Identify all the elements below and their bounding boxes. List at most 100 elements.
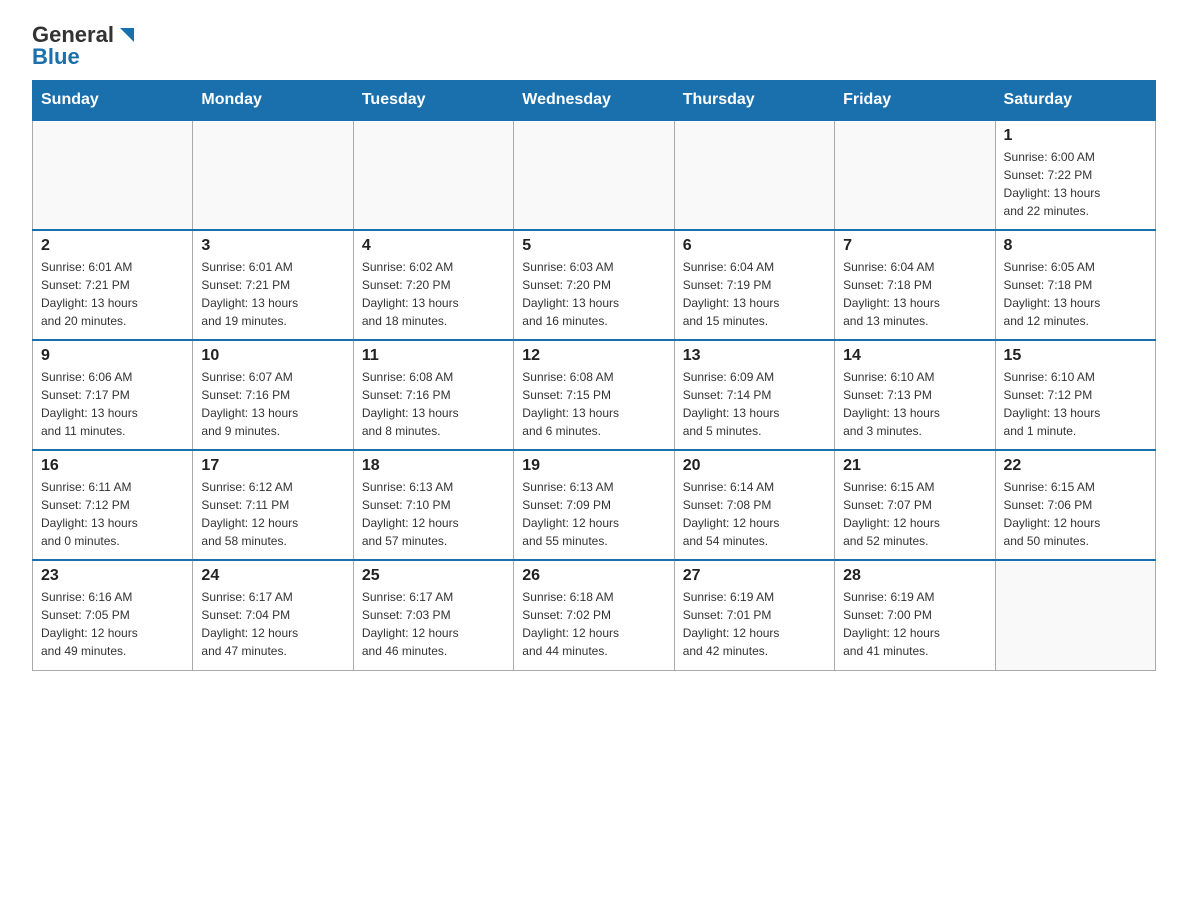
day-number: 10 [201, 347, 344, 365]
calendar-cell: 24 Sunrise: 6:17 AMSunset: 7:04 PMDayligh… [193, 560, 353, 670]
day-info: Sunrise: 6:01 AMSunset: 7:21 PMDaylight:… [41, 258, 184, 330]
day-number: 13 [683, 347, 826, 365]
day-number: 28 [843, 567, 986, 585]
calendar-cell [353, 120, 513, 230]
logo: General Blue [32, 24, 138, 70]
day-number: 27 [683, 567, 826, 585]
day-info: Sunrise: 6:10 AMSunset: 7:12 PMDaylight:… [1004, 368, 1147, 440]
day-info: Sunrise: 6:14 AMSunset: 7:08 PMDaylight:… [683, 478, 826, 550]
day-number: 21 [843, 457, 986, 475]
week-row-5: 23 Sunrise: 6:16 AMSunset: 7:05 PMDayligh… [33, 560, 1156, 670]
day-info: Sunrise: 6:02 AMSunset: 7:20 PMDaylight:… [362, 258, 505, 330]
day-info: Sunrise: 6:13 AMSunset: 7:09 PMDaylight:… [522, 478, 665, 550]
col-header-thursday: Thursday [674, 81, 834, 121]
logo-blue-text: Blue [32, 44, 80, 70]
day-info: Sunrise: 6:15 AMSunset: 7:07 PMDaylight:… [843, 478, 986, 550]
calendar-cell: 18 Sunrise: 6:13 AMSunset: 7:10 PMDayligh… [353, 450, 513, 560]
calendar-cell: 11 Sunrise: 6:08 AMSunset: 7:16 PMDayligh… [353, 340, 513, 450]
day-number: 7 [843, 237, 986, 255]
calendar-cell: 14 Sunrise: 6:10 AMSunset: 7:13 PMDayligh… [835, 340, 995, 450]
day-number: 8 [1004, 237, 1147, 255]
day-info: Sunrise: 6:00 AMSunset: 7:22 PMDaylight:… [1004, 148, 1147, 220]
col-header-saturday: Saturday [995, 81, 1155, 121]
calendar-cell: 21 Sunrise: 6:15 AMSunset: 7:07 PMDayligh… [835, 450, 995, 560]
day-number: 15 [1004, 347, 1147, 365]
day-info: Sunrise: 6:01 AMSunset: 7:21 PMDaylight:… [201, 258, 344, 330]
day-info: Sunrise: 6:15 AMSunset: 7:06 PMDaylight:… [1004, 478, 1147, 550]
logo-arrow-icon [116, 24, 138, 46]
calendar-cell: 16Sunrise: 6:11 AMSunset: 7:12 PMDayligh… [33, 450, 193, 560]
day-info: Sunrise: 6:08 AMSunset: 7:16 PMDaylight:… [362, 368, 505, 440]
day-info: Sunrise: 6:17 AMSunset: 7:04 PMDaylight:… [201, 588, 344, 660]
calendar-cell: 4Sunrise: 6:02 AMSunset: 7:20 PMDaylight… [353, 230, 513, 340]
day-info: Sunrise: 6:04 AMSunset: 7:19 PMDaylight:… [683, 258, 826, 330]
calendar-cell: 17Sunrise: 6:12 AMSunset: 7:11 PMDayligh… [193, 450, 353, 560]
calendar-cell: 8 Sunrise: 6:05 AMSunset: 7:18 PMDaylight… [995, 230, 1155, 340]
week-row-2: 2 Sunrise: 6:01 AMSunset: 7:21 PMDaylight… [33, 230, 1156, 340]
calendar-cell: 5 Sunrise: 6:03 AMSunset: 7:20 PMDaylight… [514, 230, 674, 340]
day-info: Sunrise: 6:08 AMSunset: 7:15 PMDaylight:… [522, 368, 665, 440]
day-info: Sunrise: 6:03 AMSunset: 7:20 PMDaylight:… [522, 258, 665, 330]
day-info: Sunrise: 6:17 AMSunset: 7:03 PMDaylight:… [362, 588, 505, 660]
week-row-3: 9Sunrise: 6:06 AMSunset: 7:17 PMDaylight… [33, 340, 1156, 450]
col-header-friday: Friday [835, 81, 995, 121]
calendar-cell: 20 Sunrise: 6:14 AMSunset: 7:08 PMDayligh… [674, 450, 834, 560]
day-number: 2 [41, 237, 184, 255]
day-number: 11 [362, 347, 505, 365]
calendar-cell: 22 Sunrise: 6:15 AMSunset: 7:06 PMDayligh… [995, 450, 1155, 560]
day-number: 23 [41, 567, 184, 585]
col-header-wednesday: Wednesday [514, 81, 674, 121]
col-header-tuesday: Tuesday [353, 81, 513, 121]
day-info: Sunrise: 6:18 AMSunset: 7:02 PMDaylight:… [522, 588, 665, 660]
day-number: 14 [843, 347, 986, 365]
col-header-sunday: Sunday [33, 81, 193, 121]
day-number: 5 [522, 237, 665, 255]
calendar-cell: 7 Sunrise: 6:04 AMSunset: 7:18 PMDaylight… [835, 230, 995, 340]
calendar-cell [193, 120, 353, 230]
calendar-cell: 12 Sunrise: 6:08 AMSunset: 7:15 PMDayligh… [514, 340, 674, 450]
day-number: 24 [201, 567, 344, 585]
page-header: General Blue [32, 24, 1156, 70]
day-info: Sunrise: 6:19 AMSunset: 7:00 PMDaylight:… [843, 588, 986, 660]
calendar-header-row: SundayMondayTuesdayWednesdayThursdayFrid… [33, 81, 1156, 121]
week-row-1: 1 Sunrise: 6:00 AMSunset: 7:22 PMDaylight… [33, 120, 1156, 230]
day-number: 1 [1004, 127, 1147, 145]
col-header-monday: Monday [193, 81, 353, 121]
day-info: Sunrise: 6:16 AMSunset: 7:05 PMDaylight:… [41, 588, 184, 660]
day-info: Sunrise: 6:04 AMSunset: 7:18 PMDaylight:… [843, 258, 986, 330]
day-info: Sunrise: 6:10 AMSunset: 7:13 PMDaylight:… [843, 368, 986, 440]
calendar-cell [33, 120, 193, 230]
day-number: 20 [683, 457, 826, 475]
day-number: 6 [683, 237, 826, 255]
calendar-cell: 27 Sunrise: 6:19 AMSunset: 7:01 PMDayligh… [674, 560, 834, 670]
day-number: 22 [1004, 457, 1147, 475]
day-info: Sunrise: 6:05 AMSunset: 7:18 PMDaylight:… [1004, 258, 1147, 330]
calendar-cell: 15 Sunrise: 6:10 AMSunset: 7:12 PMDayligh… [995, 340, 1155, 450]
day-number: 3 [201, 237, 344, 255]
day-info: Sunrise: 6:09 AMSunset: 7:14 PMDaylight:… [683, 368, 826, 440]
day-info: Sunrise: 6:12 AMSunset: 7:11 PMDaylight:… [201, 478, 344, 550]
logo-general-text: General [32, 24, 114, 46]
day-number: 19 [522, 457, 665, 475]
calendar-cell: 6 Sunrise: 6:04 AMSunset: 7:19 PMDaylight… [674, 230, 834, 340]
calendar-cell [514, 120, 674, 230]
week-row-4: 16Sunrise: 6:11 AMSunset: 7:12 PMDayligh… [33, 450, 1156, 560]
calendar-table: SundayMondayTuesdayWednesdayThursdayFrid… [32, 80, 1156, 671]
day-number: 9 [41, 347, 184, 365]
calendar-cell: 3 Sunrise: 6:01 AMSunset: 7:21 PMDaylight… [193, 230, 353, 340]
day-number: 12 [522, 347, 665, 365]
calendar-cell [674, 120, 834, 230]
calendar-cell: 1 Sunrise: 6:00 AMSunset: 7:22 PMDaylight… [995, 120, 1155, 230]
day-info: Sunrise: 6:07 AMSunset: 7:16 PMDaylight:… [201, 368, 344, 440]
calendar-cell: 19 Sunrise: 6:13 AMSunset: 7:09 PMDayligh… [514, 450, 674, 560]
calendar-cell: 25Sunrise: 6:17 AMSunset: 7:03 PMDayligh… [353, 560, 513, 670]
calendar-cell: 2 Sunrise: 6:01 AMSunset: 7:21 PMDaylight… [33, 230, 193, 340]
calendar-cell: 28 Sunrise: 6:19 AMSunset: 7:00 PMDayligh… [835, 560, 995, 670]
day-info: Sunrise: 6:11 AMSunset: 7:12 PMDaylight:… [41, 478, 184, 550]
calendar-cell: 13 Sunrise: 6:09 AMSunset: 7:14 PMDayligh… [674, 340, 834, 450]
calendar-cell [995, 560, 1155, 670]
calendar-cell [835, 120, 995, 230]
day-info: Sunrise: 6:13 AMSunset: 7:10 PMDaylight:… [362, 478, 505, 550]
day-info: Sunrise: 6:19 AMSunset: 7:01 PMDaylight:… [683, 588, 826, 660]
day-number: 18 [362, 457, 505, 475]
